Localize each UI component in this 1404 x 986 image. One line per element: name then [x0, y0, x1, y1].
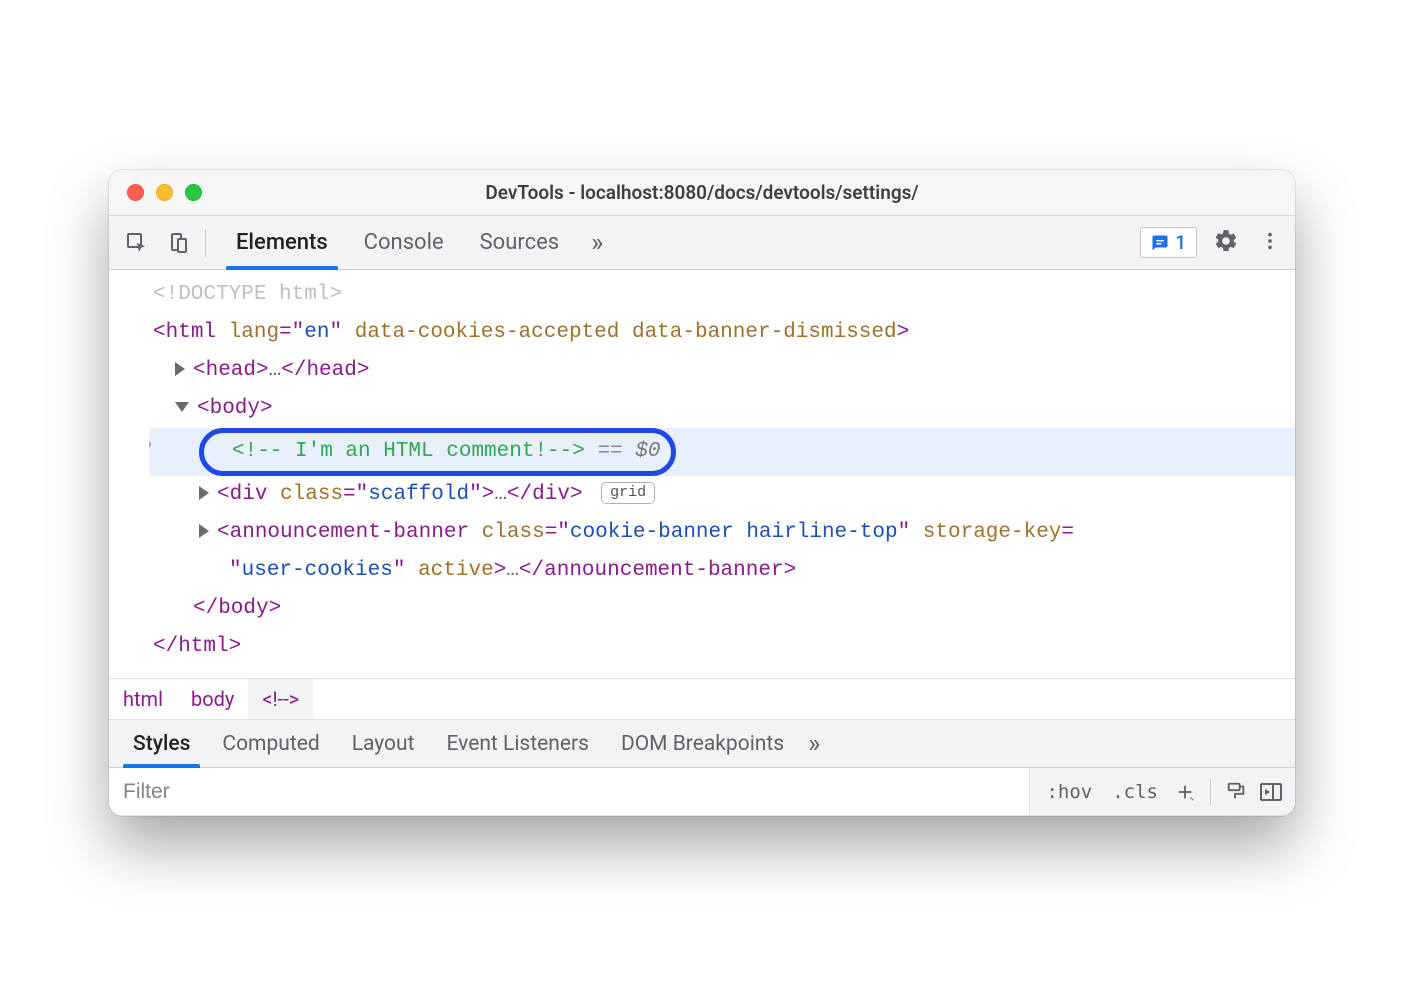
window-controls [127, 184, 202, 201]
cls-toggle[interactable]: .cls [1106, 777, 1164, 807]
tree-row[interactable]: </html> [149, 628, 1295, 666]
device-toggle-icon[interactable] [165, 229, 193, 257]
expand-toggle[interactable] [199, 524, 209, 538]
grid-badge[interactable]: grid [601, 482, 655, 504]
selection-highlight: <!-- I'm an HTML comment!--> == $0 [199, 428, 676, 476]
crumb-html[interactable]: html [109, 679, 177, 719]
filter-divider [1210, 779, 1211, 805]
zoom-window[interactable] [185, 184, 202, 201]
subtab-computed[interactable]: Computed [206, 720, 335, 767]
tree-row[interactable]: <body> [149, 390, 1295, 428]
hov-toggle[interactable]: :hov [1040, 777, 1098, 807]
computed-sidebar-toggle-icon[interactable] [1257, 779, 1285, 805]
issue-icon [1151, 234, 1169, 252]
breadcrumb: html body <!--> [109, 678, 1295, 720]
subtab-layout[interactable]: Layout [336, 720, 431, 767]
tree-gutter [109, 276, 149, 666]
expand-toggle[interactable] [175, 362, 185, 376]
tree-row-selected[interactable]: ••• <!-- I'm an HTML comment!--> == $0 [149, 428, 1295, 476]
collapse-toggle[interactable] [175, 402, 189, 412]
new-style-rule-icon[interactable] [1172, 779, 1198, 805]
close-window[interactable] [127, 184, 144, 201]
inspect-icon[interactable] [123, 229, 151, 257]
more-menu-icon[interactable] [1255, 226, 1285, 260]
tab-console[interactable]: Console [346, 216, 462, 269]
toolbar: Elements Console Sources » 1 [109, 216, 1295, 270]
crumb-comment[interactable]: <!--> [248, 679, 313, 719]
tab-sources[interactable]: Sources [462, 216, 578, 269]
dom-tree[interactable]: <!DOCTYPE html> <html lang="en" data-coo… [109, 270, 1295, 678]
issues-count: 1 [1175, 231, 1186, 254]
titlebar: DevTools - localhost:8080/docs/devtools/… [109, 170, 1295, 216]
styles-tabs: Styles Computed Layout Event Listeners D… [109, 720, 1295, 768]
issues-badge[interactable]: 1 [1140, 227, 1197, 258]
expand-toggle[interactable] [199, 486, 209, 500]
tree-row[interactable]: <html lang="en" data-cookies-accepted da… [149, 314, 1295, 352]
settings-icon[interactable] [1209, 224, 1243, 262]
main-tabs: Elements Console Sources » [218, 216, 617, 269]
tree-row[interactable]: <div class="scaffold">…</div> grid [149, 476, 1295, 514]
crumb-body[interactable]: body [177, 679, 248, 719]
window-title: DevTools - localhost:8080/docs/devtools/… [109, 181, 1295, 204]
filter-input[interactable] [109, 768, 1029, 815]
toolbar-divider [205, 229, 206, 257]
tabs-overflow[interactable]: » [577, 216, 617, 269]
subtab-dom-breakpoints[interactable]: DOM Breakpoints [605, 720, 800, 767]
tree-row[interactable]: <!DOCTYPE html> [149, 276, 1295, 314]
minimize-window[interactable] [156, 184, 173, 201]
devtools-window: DevTools - localhost:8080/docs/devtools/… [109, 170, 1295, 816]
subtabs-overflow[interactable]: » [808, 729, 820, 759]
paint-icon[interactable] [1223, 779, 1249, 805]
subtab-styles[interactable]: Styles [117, 720, 206, 767]
tree-row[interactable]: </body> [149, 590, 1295, 628]
selected-marker: ••• [149, 428, 155, 466]
tree-row[interactable]: <head>…</head> [149, 352, 1295, 390]
subtab-event-listeners[interactable]: Event Listeners [430, 720, 604, 767]
tree-row[interactable]: <announcement-banner class="cookie-banne… [149, 514, 1295, 552]
tree-row-continuation[interactable]: "user-cookies" active>…</announcement-ba… [149, 552, 1295, 590]
tab-elements[interactable]: Elements [218, 216, 346, 269]
filter-bar: :hov .cls [109, 768, 1295, 816]
